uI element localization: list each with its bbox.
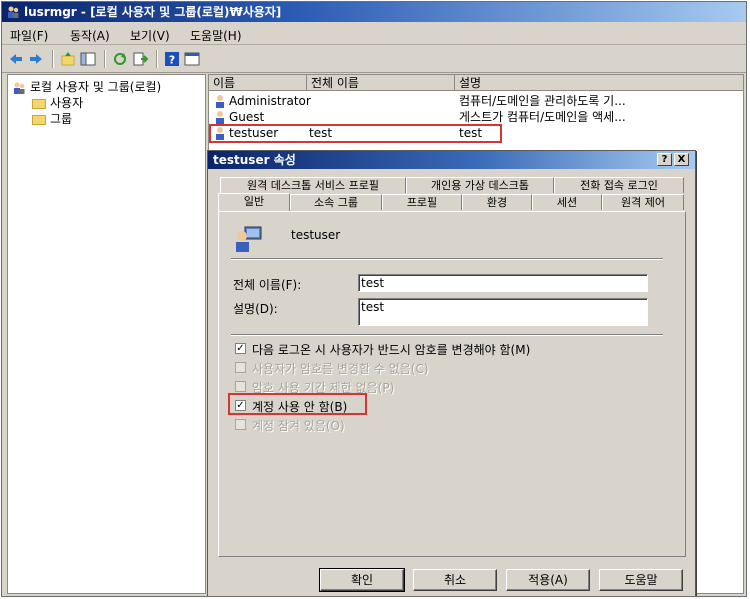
divider — [231, 258, 663, 260]
general-tab-panel: testuser 전체 이름(F): test 설명(D): test ✓ 다음… — [218, 211, 686, 557]
table-row[interactable]: Guest 게스트가 컴퓨터/도메인을 액세... — [209, 109, 743, 125]
up-folder-icon[interactable] — [60, 51, 76, 67]
user-large-icon — [236, 226, 262, 252]
help-icon[interactable]: ? — [164, 51, 180, 67]
col-header-name[interactable]: 이름 — [209, 75, 307, 91]
fullname-label: 전체 이름(F): — [233, 278, 302, 292]
window-titlebar[interactable]: lusrmgr - [로컬 사용자 및 그룹(로컬)₩사용자] — [2, 2, 746, 22]
tab-environment[interactable]: 환경 — [462, 194, 532, 210]
row-name: Administrator — [229, 94, 311, 108]
cannot-change-password-checkbox[interactable] — [235, 362, 246, 373]
menu-help[interactable]: 도움말(H) — [190, 27, 242, 44]
export-list-icon[interactable] — [132, 51, 148, 67]
must-change-password-checkbox[interactable]: ✓ — [235, 343, 246, 354]
lusrmgr-window: lusrmgr - [로컬 사용자 및 그룹(로컬)₩사용자] 파일(F) 동작… — [1, 1, 747, 597]
properties-dialog: testuser 속성 ? X 원격 데스크톱 서비스 프로필 개인용 가상 데… — [207, 150, 696, 596]
divider — [231, 334, 663, 336]
back-arrow-icon[interactable] — [8, 51, 24, 67]
dialog-title: testuser 속성 — [213, 153, 296, 167]
help-button[interactable]: 도움말 — [599, 569, 683, 591]
tree-pane: 로컬 사용자 및 그룹(로컬) 사용자 그룹 — [7, 74, 206, 594]
users-group-icon — [14, 82, 25, 94]
show-hide-tree-icon[interactable] — [80, 51, 96, 67]
username-label: testuser — [291, 228, 341, 242]
dialog-close-button[interactable]: X — [674, 153, 689, 166]
tree-item-users[interactable]: 사용자 — [32, 94, 83, 111]
dialog-help-button[interactable]: ? — [657, 153, 672, 166]
must-change-password-label: 다음 로그온 시 사용자가 반드시 암호를 변경해야 함(M) — [252, 343, 531, 357]
tree-root-label: 로컬 사용자 및 그룹(로컬) — [30, 80, 162, 94]
description-field[interactable]: test — [358, 298, 648, 326]
testuser-row-highlight — [209, 124, 502, 143]
tab-member-of[interactable]: 소속 그룹 — [290, 194, 382, 210]
svg-text:?: ? — [169, 54, 175, 67]
tab-profile[interactable]: 프로필 — [382, 194, 462, 210]
menu-bar: 파일(F) 동작(A) 보기(V) 도움말(H) — [2, 24, 746, 45]
toolbar: ? — [2, 46, 746, 73]
row-description: 게스트가 컴퓨터/도메인을 액세... — [459, 110, 626, 124]
tab-remote-desktop-profile[interactable]: 원격 데스크톱 서비스 프로필 — [220, 177, 406, 193]
tab-remote-control[interactable]: 원격 제어 — [602, 194, 684, 210]
col-header-description[interactable]: 설명 — [455, 75, 743, 91]
account-disabled-highlight — [228, 393, 367, 415]
users-icon — [8, 6, 19, 18]
tab-dial-in[interactable]: 전화 접속 로그인 — [554, 177, 684, 193]
properties-icon[interactable] — [184, 51, 200, 67]
fullname-field[interactable]: test — [358, 274, 648, 292]
folder-icon — [32, 114, 46, 125]
ok-button[interactable]: 확인 — [319, 568, 405, 592]
menu-view[interactable]: 보기(V) — [130, 27, 170, 44]
user-icon — [216, 111, 224, 124]
folder-icon — [32, 98, 46, 109]
cancel-button[interactable]: 취소 — [413, 569, 497, 591]
tab-general[interactable]: 일반 — [218, 193, 290, 211]
tree-item-groups-label: 그룹 — [50, 112, 73, 126]
row-name: Guest — [229, 110, 265, 124]
col-header-fullname[interactable]: 전체 이름 — [307, 75, 455, 91]
user-icon — [216, 95, 224, 108]
cannot-change-password-label: 사용자가 암호를 변경할 수 없음(C) — [252, 362, 429, 376]
menu-file[interactable]: 파일(F) — [10, 27, 48, 44]
row-description: 컴퓨터/도메인을 관리하도록 기... — [459, 94, 626, 108]
account-locked-label: 계정 잠겨 있음(O) — [252, 419, 345, 433]
dialog-titlebar[interactable]: testuser 속성 ? X — [208, 151, 695, 169]
description-label: 설명(D): — [233, 302, 278, 316]
menu-action[interactable]: 동작(A) — [70, 27, 110, 44]
window-title: lusrmgr - [로컬 사용자 및 그룹(로컬)₩사용자] — [24, 5, 282, 19]
password-never-expires-checkbox[interactable] — [235, 381, 246, 392]
tab-personal-virtual-desktop[interactable]: 개인용 가상 데스크톱 — [406, 177, 554, 193]
forward-arrow-icon[interactable] — [28, 51, 44, 67]
refresh-icon[interactable] — [112, 51, 128, 67]
apply-button[interactable]: 적용(A) — [506, 569, 590, 591]
table-row[interactable]: Administrator 컴퓨터/도메인을 관리하도록 기... — [209, 93, 743, 109]
tree-item-users-label: 사용자 — [50, 96, 84, 110]
tree-item-groups[interactable]: 그룹 — [32, 110, 72, 127]
account-locked-checkbox[interactable] — [235, 419, 246, 430]
tree-root[interactable]: 로컬 사용자 및 그룹(로컬) — [12, 78, 161, 95]
tab-sessions[interactable]: 세션 — [532, 194, 602, 210]
